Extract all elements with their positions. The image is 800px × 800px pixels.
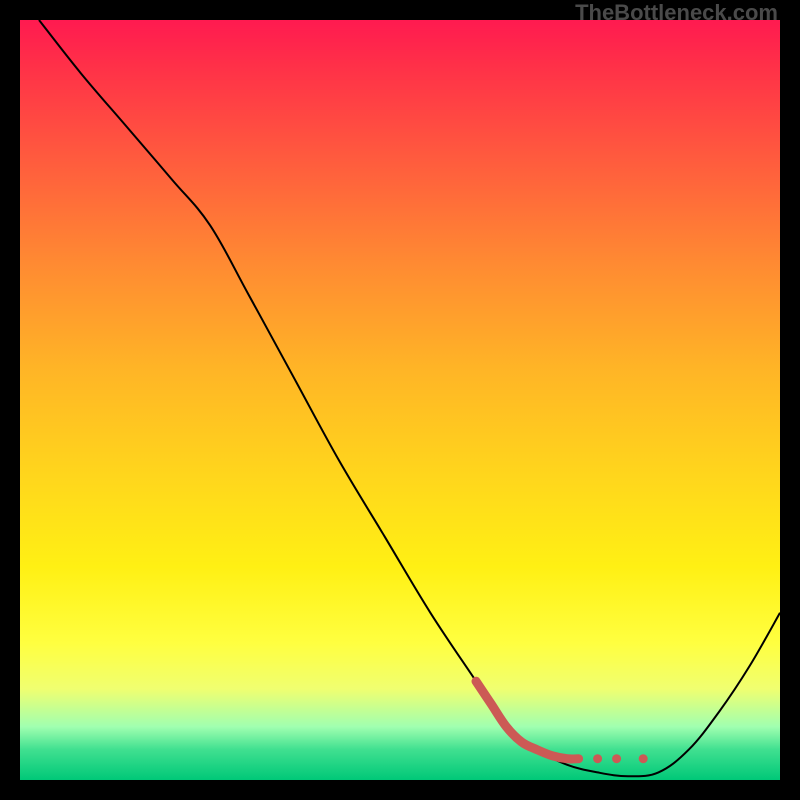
frame-border-bottom (0, 780, 800, 800)
red-segment (476, 681, 579, 759)
red-dot-1 (593, 754, 602, 763)
frame-border-left (0, 0, 20, 800)
chart-svg (20, 20, 780, 780)
chart-frame: TheBottleneck.com (0, 0, 800, 800)
red-dot-3 (639, 754, 648, 763)
red-dots (593, 754, 648, 763)
frame-border-right (780, 0, 800, 800)
black-curve (39, 20, 780, 776)
plot-area (20, 20, 780, 780)
watermark: TheBottleneck.com (575, 0, 778, 26)
red-dot-2 (612, 754, 621, 763)
